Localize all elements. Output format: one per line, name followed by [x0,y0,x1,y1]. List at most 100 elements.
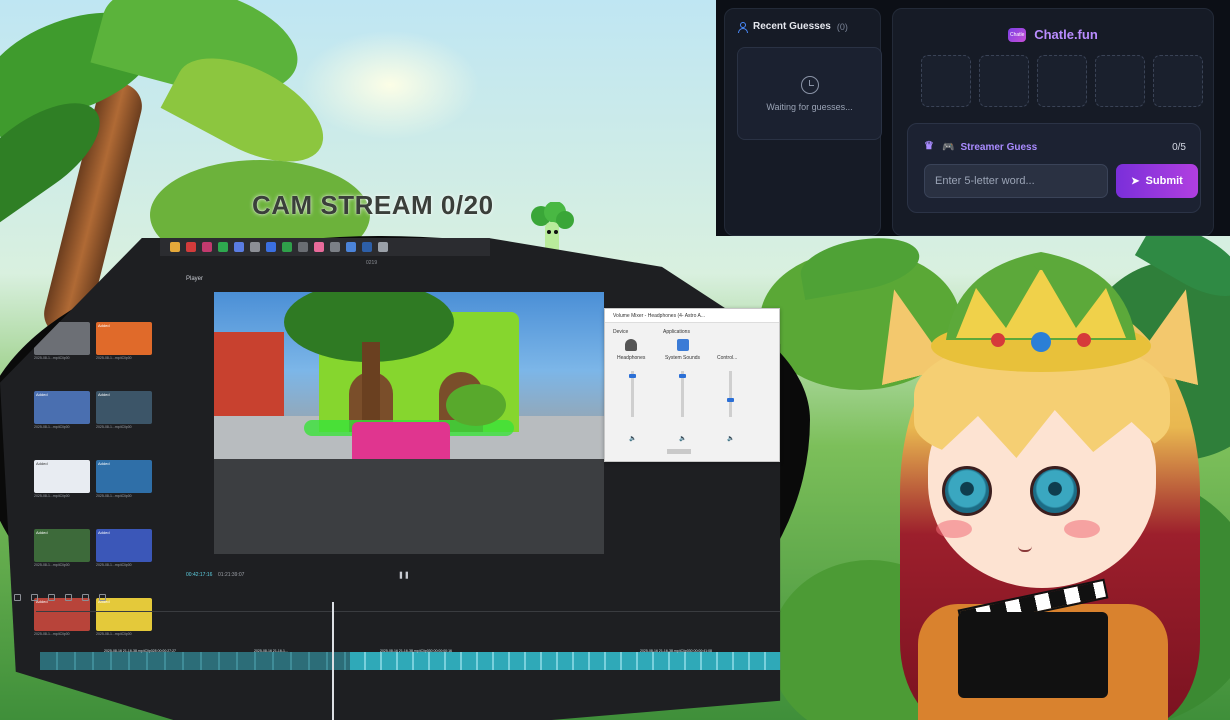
device-label: Device [613,329,629,335]
gamepad-icon: 🎮 [942,142,955,153]
app-icon[interactable] [282,242,292,252]
player-tab[interactable]: Player [186,276,203,282]
sun-glow [300,30,480,140]
users-icon [737,21,748,33]
speaker-icon[interactable]: 🔈 [727,435,734,442]
volume-slider-thumb[interactable] [629,374,636,379]
app-icon[interactable] [234,242,244,252]
channel-label: Headphones [617,355,646,361]
brand-name: Chatle.fun [1034,27,1098,42]
applications-label: Applications [663,329,690,335]
clip-name: 2025-08-1...mp4Clip00 [96,632,132,636]
avatar-eye [942,466,992,516]
clip-name: 2025-08-1...mp4Clip00 [96,563,132,567]
track-label: 2025-08-16 21-16-38.mp4Clip030 00:00:41:… [640,649,712,653]
channel-label: System Sounds [665,355,701,361]
cam-stream-label: CAM STREAM 0/20 [252,190,494,220]
timeline-playhead[interactable] [332,602,334,720]
clip-name: 2025-08-1...mp4Clip00 [34,632,70,636]
clip-badge: Added [36,461,48,466]
app-icon[interactable] [266,242,276,252]
app-icon[interactable] [202,242,212,252]
app-icon[interactable] [362,242,372,252]
undo-icon[interactable] [14,593,21,601]
chatle-logo-icon: Chatle [1008,27,1027,42]
track-label: 2025-08-16 21-16-38.mp4Clip028 00:00:27:… [104,649,176,653]
project-name: 0219 [366,260,378,266]
recent-guesses-panel: Recent Guesses (0) Waiting for guesses..… [724,8,882,236]
clip-badge: Added [98,392,110,397]
split-icon[interactable] [48,593,55,601]
clapperboard-board [958,612,1108,698]
media-clip[interactable]: Added 2025-08-1...mp4Clip00 [96,529,152,567]
streamer-guess-box: 🎮 Streamer Guess 0/5 ➤ Submit [907,123,1201,213]
media-clip[interactable]: Added 2025-08-1...mp4Clip00 [96,391,152,429]
waiting-text: Waiting for guesses... [766,101,853,112]
brand: Chatle Chatle.fun [893,27,1213,42]
clip-name: 2025-08-1...mp4Clip00 [34,563,70,567]
word-input[interactable] [924,164,1108,198]
app-icon[interactable] [250,242,260,252]
volume-mixer-window: Volume Mixer - Headphones (4- Astro A...… [604,308,780,462]
volume-slider-thumb[interactable] [679,374,686,379]
clip-name: 2025-08-1...mp4Clip00 [34,425,70,429]
letter-tile [1153,55,1203,107]
freeze-icon[interactable] [82,593,89,601]
clip-badge: Added [98,323,110,328]
letter-tile [921,55,971,107]
crop-icon[interactable] [99,593,106,601]
delete-icon[interactable] [65,593,72,601]
timeline-ruler[interactable] [36,604,781,612]
letter-tiles [921,55,1203,107]
clip-badge: Added [36,530,48,535]
clip-badge: Added [98,461,110,466]
clip-name: 2025-08-1...mp4Clip00 [34,494,70,498]
channel-label: Control... [717,355,738,361]
speaker-icon[interactable]: 🔈 [679,435,686,442]
clip-name: 2025-08-1...mp4Clip00 [96,356,132,360]
submit-label: Submit [1145,175,1183,187]
mixer-scrollbar[interactable] [667,449,691,454]
app-icon[interactable] [186,242,196,252]
speaker-icon[interactable]: 🔈 [629,435,636,442]
streamer-guess-header: 🎮 Streamer Guess [924,139,1037,153]
app-icon[interactable] [346,242,356,252]
app-icon[interactable] [378,242,388,252]
app-icon[interactable] [298,242,308,252]
player-preview[interactable] [214,292,604,554]
letter-tile [1037,55,1087,107]
timeline-toolbar [10,590,780,604]
avatar-blush [1064,520,1100,538]
pause-icon[interactable]: ❚❚ [398,571,410,579]
preview-scenery [214,459,604,554]
media-clip[interactable]: Added 2025-08-1...mp4Clip00 [96,322,152,360]
chatle-game-panel: Chatle Chatle.fun 🎮 Streamer Guess 0/5 ➤… [892,8,1214,236]
streamer-guess-count: 0/5 [1172,142,1186,153]
vtuber-avatar [860,228,1230,720]
taskbar [160,238,490,256]
volume-slider[interactable] [729,371,732,417]
crown-icon [931,252,1151,372]
app-icon[interactable] [330,242,340,252]
media-clip[interactable]: Added 2025-08-1...mp4Clip00 [34,391,90,429]
current-time: 00:42:17:16 [186,572,213,578]
app-icon[interactable] [314,242,324,252]
media-clip[interactable]: Added 2025-08-1...mp4Clip00 [96,460,152,498]
waiting-for-guesses: Waiting for guesses... [737,47,882,140]
total-time: 01:21:39:07 [218,572,245,578]
submit-button[interactable]: ➤ Submit [1116,164,1198,198]
app-icon[interactable] [170,242,180,252]
clip-name: 2025-08-1...mp4Clip00 [34,356,70,360]
volume-slider-thumb[interactable] [727,398,734,403]
track-label: 2025-08-16 21-16-1... [254,649,288,653]
recent-guesses-title: Recent Guesses [753,21,831,32]
app-icon[interactable] [218,242,228,252]
redo-icon[interactable] [31,593,38,601]
crown-icon [924,139,936,152]
clip-name: 2025-08-1...mp4Clip00 [96,494,132,498]
letter-tile [1095,55,1145,107]
media-clip[interactable]: Added 2025-08-1...mp4Clip00 [34,529,90,567]
media-clip[interactable]: Added 2025-08-1...mp4Clip00 [34,460,90,498]
clip-badge: Added [98,530,110,535]
timeline-track-selected[interactable] [350,652,781,670]
